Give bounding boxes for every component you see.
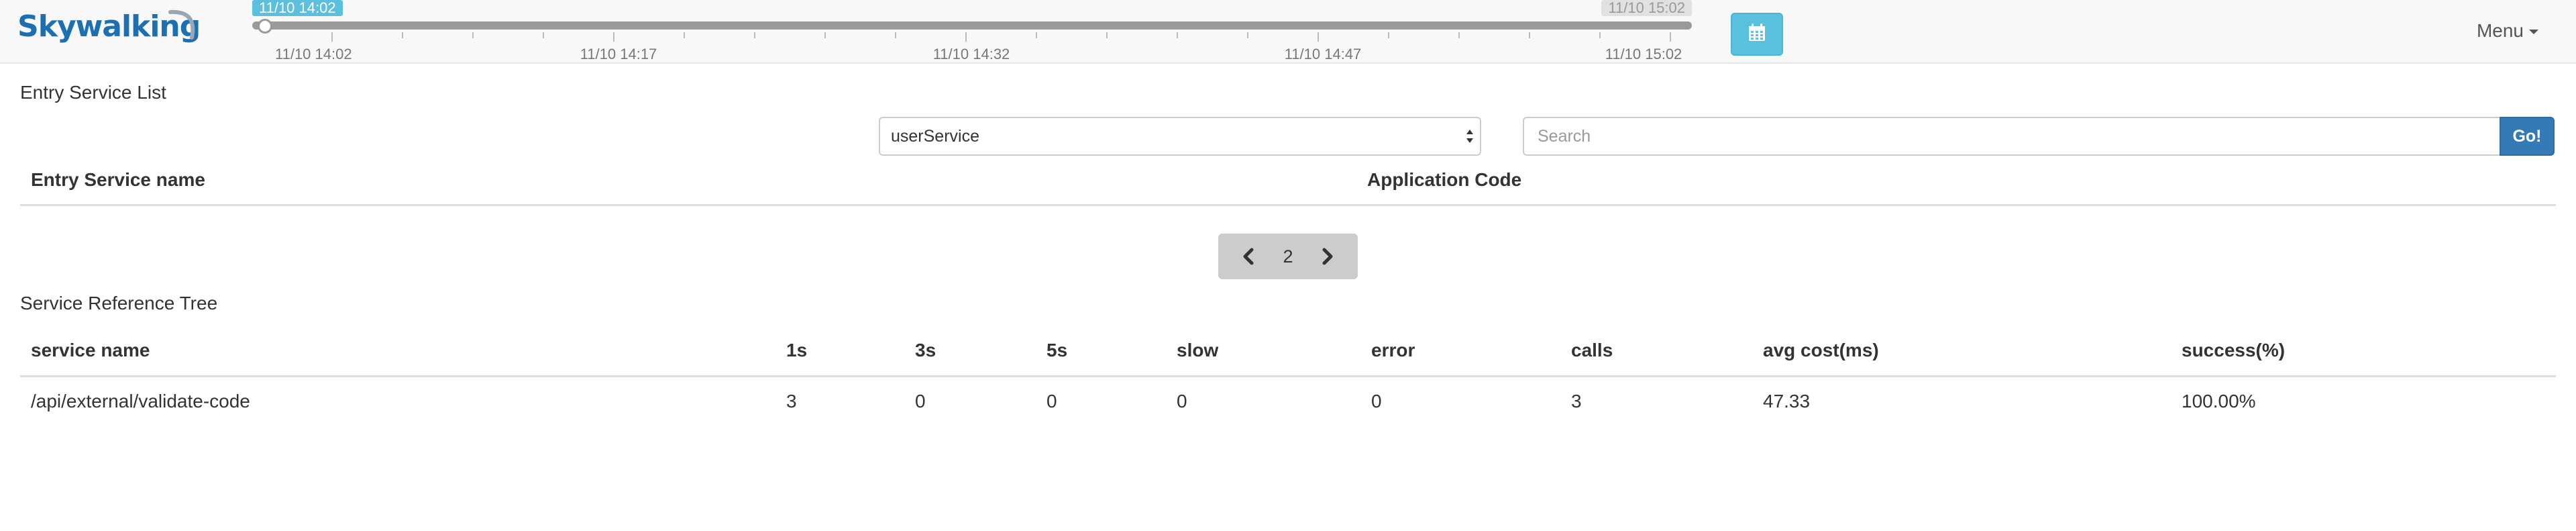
timeline-label: 11/10 14:47	[1284, 46, 1362, 62]
slider-tick	[684, 32, 685, 38]
chevron-right-icon	[1322, 248, 1333, 265]
slider-tick	[895, 32, 896, 38]
slider-tick	[1177, 32, 1178, 38]
column-header: Application Code	[1367, 169, 1522, 190]
top-navbar: Skywalking 11/10 14:02 11/10 15:02 11/10…	[0, 0, 2576, 64]
search-input[interactable]	[1523, 117, 2500, 156]
slider-tick	[1670, 32, 1671, 42]
go-button[interactable]: Go!	[2500, 117, 2555, 156]
slider-tick	[1036, 32, 1037, 38]
table-cell: /api/external/validate-code	[31, 391, 250, 412]
column-header: error	[1371, 340, 1415, 360]
slider-tick	[1318, 32, 1319, 42]
calendar-icon	[1749, 23, 1765, 41]
table-cell: 0	[1046, 391, 1057, 412]
slider-tick	[402, 32, 403, 38]
slider-tick	[824, 32, 826, 38]
timeline-label: 11/10 14:02	[275, 46, 352, 62]
slider-tick	[1247, 32, 1248, 38]
slider-tick	[543, 32, 544, 38]
menu-label: Menu	[2476, 20, 2524, 41]
menu-dropdown[interactable]: Menu	[2477, 20, 2538, 42]
application-select[interactable]: userService	[879, 117, 1481, 156]
timeline-label: 11/10 14:32	[932, 46, 1010, 62]
timeline-label: 11/10 15:02	[1605, 46, 1682, 62]
column-header: 1s	[786, 340, 808, 360]
table-divider	[20, 375, 2556, 377]
column-header: 3s	[915, 340, 936, 360]
slider-tick	[613, 32, 614, 42]
pagination: 2	[1218, 234, 1358, 279]
time-range-slider[interactable]: 11/10 14:02 11/10 15:02 11/10 14:02 11/1…	[252, 0, 1692, 62]
slider-track[interactable]	[252, 21, 1692, 30]
slider-handle[interactable]	[258, 19, 272, 34]
select-arrows-icon	[1466, 130, 1473, 143]
table-cell: 3	[786, 391, 797, 412]
column-header: service name	[31, 340, 150, 360]
table-cell: 3	[1571, 391, 1582, 412]
column-header: avg cost(ms)	[1763, 340, 1879, 360]
timeline-label: 11/10 14:17	[580, 46, 657, 62]
column-header: 5s	[1046, 340, 1068, 360]
table-cell: 100.00%	[2182, 391, 2256, 412]
application-select-value: userService	[891, 127, 979, 146]
column-header: calls	[1571, 340, 1613, 360]
slider-tick	[1599, 32, 1601, 38]
slider-tick	[1529, 32, 1530, 38]
column-header: success(%)	[2182, 340, 2286, 360]
slider-start-tag: 11/10 14:02	[252, 0, 343, 16]
slider-tick	[331, 32, 333, 42]
slider-tick	[965, 32, 967, 42]
skywalking-logo[interactable]: Skywalking	[17, 9, 201, 50]
next-page-button[interactable]	[1307, 234, 1348, 279]
caret-down-icon	[2529, 30, 2538, 35]
slider-tick	[1458, 32, 1460, 38]
service-reference-tree-title: Service Reference Tree	[20, 293, 218, 313]
slider-tick	[754, 32, 755, 38]
slider-tick	[1388, 32, 1389, 38]
previous-page-button[interactable]	[1228, 234, 1269, 279]
column-header: slow	[1177, 340, 1219, 360]
table-cell: 47.33	[1763, 391, 1811, 412]
table-divider	[20, 204, 2556, 206]
slider-tick	[1106, 32, 1108, 38]
entry-service-list-title: Entry Service List	[20, 82, 166, 103]
logo-swoosh-icon	[168, 9, 195, 40]
chevron-left-icon	[1243, 248, 1254, 265]
table-cell: 0	[1371, 391, 1382, 412]
table-cell: 0	[915, 391, 926, 412]
slider-tick	[472, 32, 474, 38]
current-page-number: 2	[1283, 246, 1293, 267]
table-cell: 0	[1177, 391, 1187, 412]
calendar-button[interactable]	[1731, 13, 1783, 56]
column-header: Entry Service name	[31, 169, 205, 190]
slider-end-tag: 11/10 15:02	[1601, 0, 1692, 16]
